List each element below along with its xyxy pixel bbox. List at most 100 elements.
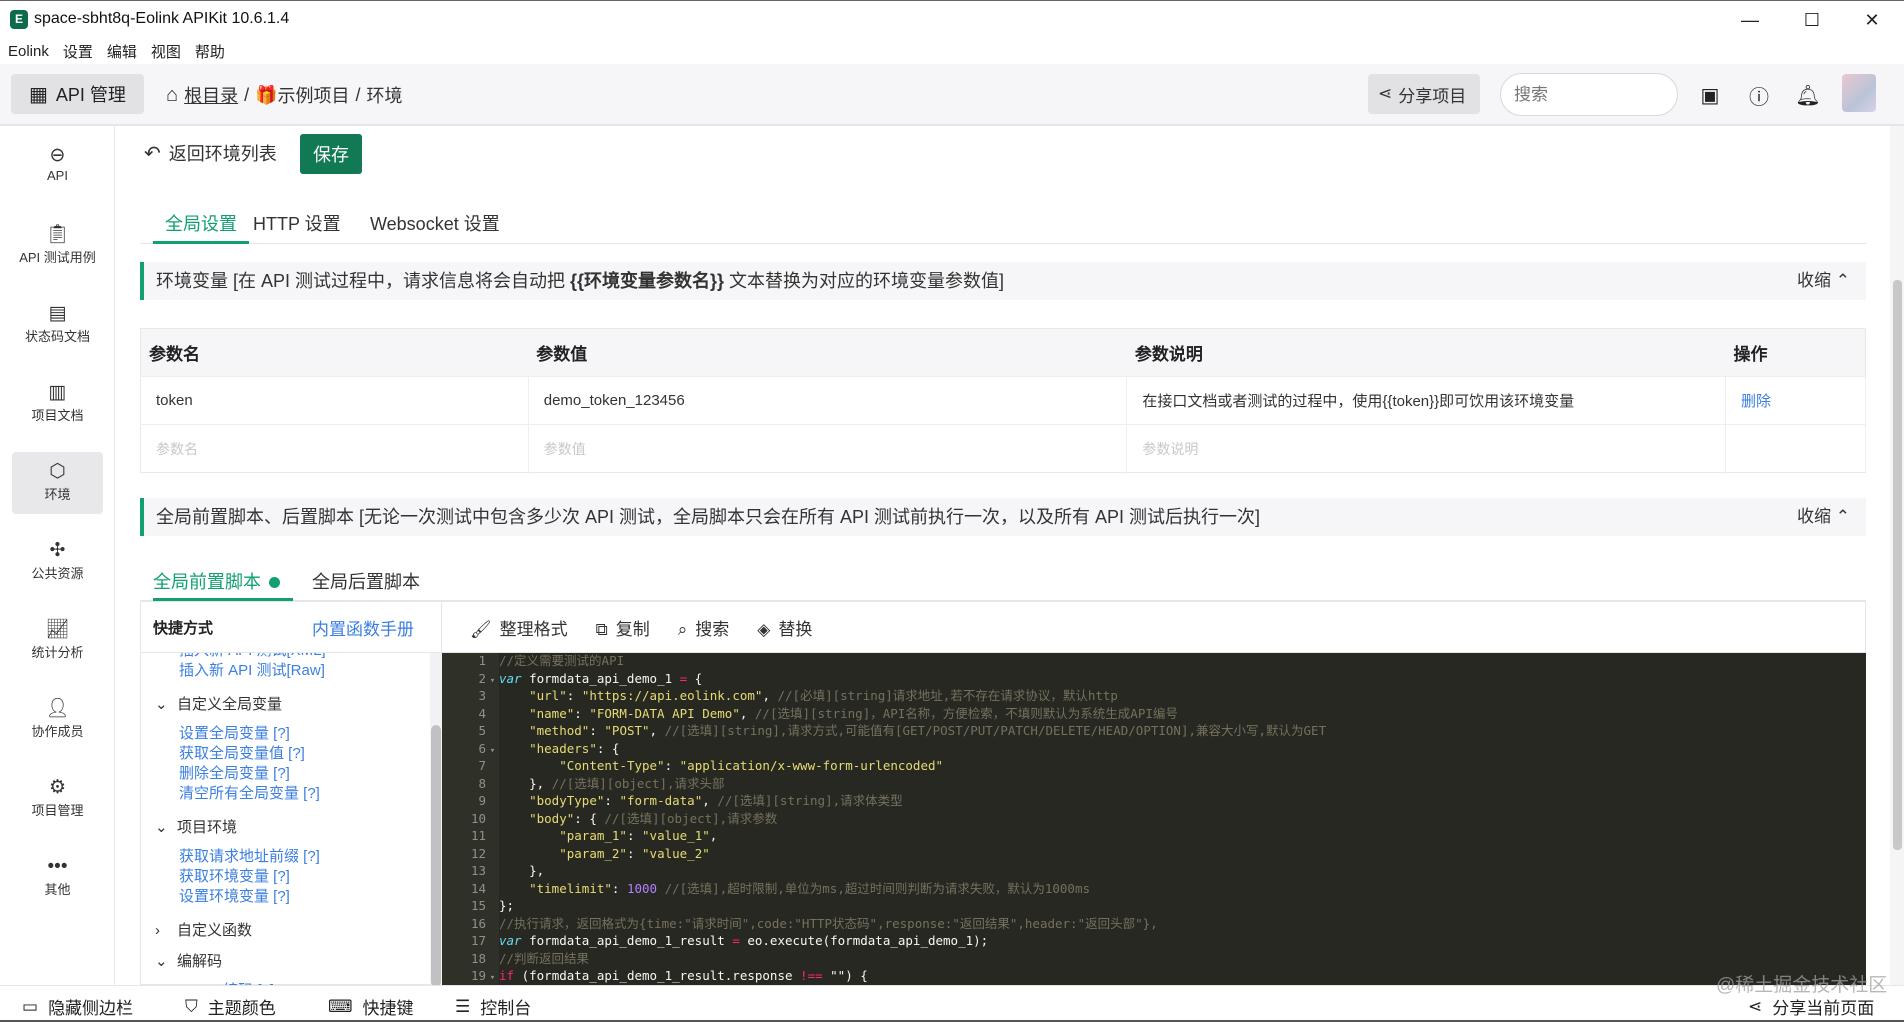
shortcuts-scrollbar-thumb[interactable]: [431, 725, 441, 987]
console-button[interactable]: ☰ 控制台: [455, 994, 531, 1019]
env-collapse-button[interactable]: 收缩 ⌃: [1797, 262, 1850, 300]
save-button[interactable]: 保存: [300, 134, 362, 174]
code-token: },: [499, 775, 552, 791]
param-name-cell[interactable]: token: [140, 376, 529, 425]
close-button[interactable]: ✕: [1852, 7, 1892, 33]
shirt-icon: ⛉: [185, 996, 198, 1016]
sidebar-item[interactable]: 👤︎ 协作成员: [12, 689, 103, 751]
builtin-functions-manual-link[interactable]: 内置函数手册: [312, 615, 414, 640]
tab-websocket-settings[interactable]: Websocket 设置: [370, 210, 500, 244]
search-input[interactable]: [1500, 73, 1678, 116]
menu-settings[interactable]: 设置: [63, 41, 93, 62]
editor-toolbar-button[interactable]: ⌕ 搜索: [678, 615, 730, 640]
code-line: 8 }, //[选填][object],请求头部: [442, 775, 1866, 793]
shortcut-link[interactable]: 插入新 API 测试[XML]: [141, 653, 426, 661]
code-token: //[选填],超时限制,单位为ms,超过时间则判断为请求失败，默认为1000ms: [664, 880, 1090, 896]
shortcut-link[interactable]: 获取全局变量值 [?]: [141, 744, 426, 764]
link-icon: ⊖: [49, 145, 66, 166]
maximize-button[interactable]: ☐: [1792, 7, 1832, 33]
code-token: "form-data": [619, 793, 703, 808]
scripts-collapse-button[interactable]: 收缩 ⌃: [1797, 498, 1850, 536]
share-project-button[interactable]: ⋖ 分享项目: [1368, 74, 1480, 114]
help-icon[interactable]: ⓘ: [1746, 82, 1772, 109]
shortcut-group[interactable]: › 自定义函数: [141, 915, 426, 946]
chevron-down-icon: ⌄: [155, 953, 168, 970]
minimize-button[interactable]: —: [1730, 7, 1770, 33]
line-number: 15: [470, 898, 486, 913]
shortcut-link[interactable]: 设置全局变量 [?]: [141, 724, 426, 744]
shortcut-link[interactable]: 插入新 API 测试[Raw]: [141, 661, 426, 681]
tab-pre-script[interactable]: 全局前置脚本: [153, 568, 293, 601]
code-token: ,: [739, 705, 755, 721]
sidebar-item[interactable]: ⬡ 环境: [12, 452, 103, 514]
calendar-check-icon[interactable]: ▣: [1697, 82, 1723, 108]
tab-post-script[interactable]: 全局后置脚本: [312, 568, 420, 601]
shortcut-keys-button[interactable]: ⌨ 快捷键: [328, 994, 414, 1019]
shortcut-link[interactable]: 删除全局变量 [?]: [141, 764, 426, 784]
shortcut-link[interactable]: 获取请求地址前缀 [?]: [141, 847, 426, 867]
breadcrumb-root[interactable]: 根目录: [184, 82, 238, 108]
sidebar-item[interactable]: ▥ 项目文档: [12, 373, 103, 435]
toolbar-label: 搜索: [695, 619, 730, 639]
avatar[interactable]: [1842, 74, 1876, 112]
param-value-cell[interactable]: demo_token_123456: [528, 376, 1128, 425]
page-scrollbar-thumb[interactable]: [1893, 280, 1902, 850]
sidebar-item[interactable]: ▤ 状态码文档: [12, 294, 103, 356]
theme-color-button[interactable]: ⛉ 主题颜色: [185, 994, 276, 1019]
code-token: //[选填][string]，API名称，方便检索，不填则默认为系统生成API编…: [754, 705, 1178, 721]
grid-icon: ▦: [29, 83, 48, 106]
shortcut-group-label: 编解码: [177, 953, 223, 970]
shortcut-link[interactable]: 获取环境变量 [?]: [141, 867, 426, 887]
menu-eolink[interactable]: Eolink: [8, 43, 49, 60]
pre-script-label: 全局前置脚本: [153, 572, 261, 592]
line-number: 1: [478, 653, 486, 668]
shortcut-group[interactable]: ⌄ 自定义全局变量: [141, 689, 426, 720]
code-line: 16 //执行请求，返回格式为{time:"请求时间",code:"HTTP状态码…: [442, 915, 1866, 933]
editor-toolbar-button[interactable]: ⧉ 复制: [596, 615, 650, 640]
code-token: "name": [529, 705, 575, 721]
back-to-env-list-button[interactable]: ↶ 返回环境列表: [144, 140, 277, 166]
table-row-new: 参数名 参数值 参数说明: [140, 424, 1866, 473]
breadcrumb-project[interactable]: 示例项目: [278, 82, 350, 108]
sidebar-item[interactable]: ⊖ API: [12, 136, 103, 198]
sidebar-item[interactable]: ⚙ 项目管理: [12, 768, 103, 830]
tab-http-settings[interactable]: HTTP 设置: [253, 210, 341, 244]
shortcut-group[interactable]: ⌄ 编解码: [141, 946, 426, 977]
editor-toolbar-button[interactable]: 🖌︎ 整理格式: [470, 615, 568, 640]
share-page-button[interactable]: ⋖ 分享当前页面: [1748, 994, 1874, 1019]
fold-arrow-icon[interactable]: ▾: [486, 970, 499, 985]
hide-sidebar-button[interactable]: ▭ 隐藏侧边栏: [22, 994, 133, 1019]
param-desc-input[interactable]: 参数说明: [1126, 424, 1727, 473]
tab-global-settings[interactable]: 全局设置: [153, 210, 249, 244]
editor-toolbar-button[interactable]: ◈ 替换: [757, 615, 812, 640]
menu-edit[interactable]: 编辑: [107, 41, 137, 62]
line-number: 3: [478, 688, 486, 703]
menu-view[interactable]: 视图: [151, 41, 181, 62]
delete-link[interactable]: 删除: [1741, 393, 1771, 410]
param-name-input[interactable]: 参数名: [140, 424, 529, 473]
line-number: 8: [478, 775, 486, 791]
sidebar: ⊖ API 📋︎ API 测试用例 ▤ 状态码文档 ▥ 项目文档 ⬡ 环境 ✣ 公共资源 📈︎ 统计分析 👤…: [0, 126, 115, 985]
code-editor[interactable]: 1//定义需要测试的API 2 ▾ var formdata_api_demo_1 =…: [442, 653, 1866, 985]
shortcut-link[interactable]: 设置环境变量 [?]: [141, 887, 426, 907]
code-token: //[选填][string],请求方式,可能值有[GET/POST/PUT/PA…: [664, 723, 1327, 738]
param-desc-cell[interactable]: 在接口文档或者测试的过程中，使用{{token}}即可饮用该环境变量: [1126, 376, 1727, 425]
sidebar-item[interactable]: 📋︎ API 测试用例: [12, 215, 103, 277]
api-manage-button[interactable]: ▦ API 管理: [11, 74, 144, 114]
shortcut-group[interactable]: ⌄ 项目环境: [141, 812, 426, 843]
breadcrumb-sep: /: [244, 84, 250, 105]
menu-help[interactable]: 帮助: [195, 41, 225, 62]
sidebar-item[interactable]: 📈︎ 统计分析: [12, 610, 103, 672]
menu-bar: Eolink 设置 编辑 视图 帮助: [0, 38, 1904, 64]
param-value-input[interactable]: 参数值: [528, 424, 1128, 473]
bell-icon[interactable]: 🔔︎: [1795, 82, 1821, 108]
shortcut-link[interactable]: 清空所有全局变量 [?]: [141, 784, 426, 804]
sidebar-item[interactable]: ••• 其他: [12, 847, 103, 909]
code-token: ,: [762, 688, 778, 703]
line-number: 5: [478, 723, 486, 738]
sliders-icon: ☰: [455, 996, 471, 1016]
sidebar-item[interactable]: ✣ 公共资源: [12, 531, 103, 593]
share-project-label: 分享项目: [1398, 86, 1467, 106]
